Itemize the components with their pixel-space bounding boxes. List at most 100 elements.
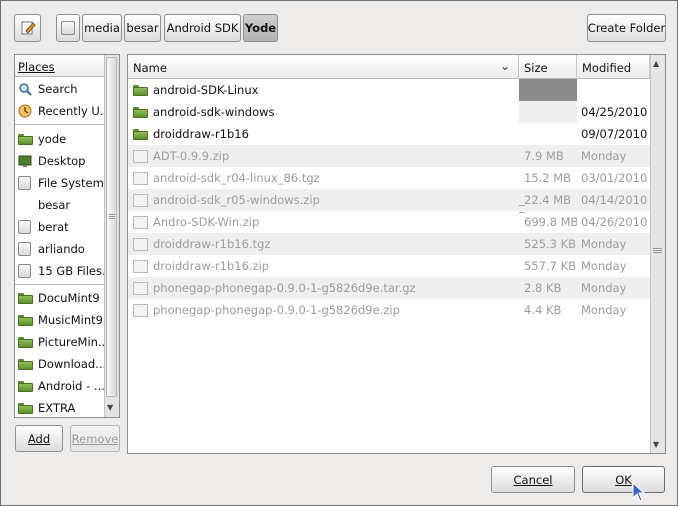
- file-name: phonegap-phonegap-0.9.0-1-g5826d9e.zip: [153, 303, 400, 317]
- crumb-label: Yode: [244, 21, 277, 35]
- file-size: 4.4 KB: [524, 303, 562, 317]
- places-scrollbar[interactable]: ▼: [104, 55, 119, 417]
- place-item-berat[interactable]: berat: [15, 216, 105, 238]
- file-list-scrollbar[interactable]: ▲ ▼: [650, 55, 665, 453]
- file-icon: [133, 149, 148, 163]
- chevron-down-icon[interactable]: ▼: [107, 403, 113, 412]
- ok-label: OK: [615, 472, 632, 487]
- file-size: 525.3 KB: [519, 233, 577, 255]
- column-header-size[interactable]: Size: [519, 55, 577, 79]
- place-label: yode: [38, 132, 67, 146]
- places-header-label: Places: [18, 60, 55, 74]
- file-row[interactable]: Andro-SDK-Win.zip 699.8 MB 04/26/2010: [128, 211, 650, 233]
- places-header[interactable]: Places: [15, 55, 105, 77]
- file-modified: 08/04/2010: [577, 79, 650, 101]
- folder-icon: [133, 128, 148, 142]
- chevron-down-icon: ⌄: [499, 59, 510, 73]
- file-row[interactable]: phonegap-phonegap-0.9.0-1-g5826d9e.tar.g…: [128, 277, 650, 299]
- place-item-documint9[interactable]: DocuMint9: [15, 287, 105, 309]
- file-row[interactable]: android-sdk-windows 04/25/2010: [128, 101, 650, 123]
- file-chooser-dialog: media besar Android SDK Yode Create Fold…: [0, 0, 678, 506]
- crumb-label: Android SDK: [166, 21, 239, 35]
- place-item-musicmint9[interactable]: MusicMint9: [15, 309, 105, 331]
- ok-button[interactable]: OK: [582, 466, 665, 493]
- crumb-label: media: [84, 21, 120, 35]
- file-row[interactable]: droiddraw-r1b16.zip 557.7 KB Monday: [128, 255, 650, 277]
- file-row[interactable]: droiddraw-r1b16.tgz 525.3 KB Monday: [128, 233, 650, 255]
- file-size: 7.9 MB: [519, 145, 577, 167]
- file-name: droiddraw-r1b16: [153, 127, 249, 141]
- place-item-recently-used[interactable]: Recently U...: [15, 100, 105, 122]
- file-name: android-SDK-Linux: [153, 83, 259, 97]
- file-row[interactable]: phonegap-phonegap-0.9.0-1-g5826d9e.zip 4…: [128, 299, 650, 321]
- column-header-name[interactable]: Name ⌄: [128, 55, 519, 79]
- remove-bookmark-button[interactable]: Remove: [70, 425, 120, 452]
- file-icon: [133, 303, 148, 317]
- blank-icon: [18, 198, 32, 212]
- file-name: android-sdk-windows: [153, 105, 275, 119]
- place-item-yode[interactable]: yode: [15, 128, 105, 150]
- place-item-arliando[interactable]: arliando: [15, 238, 105, 260]
- path-crumb-besar[interactable]: besar: [124, 14, 161, 42]
- file-name: android-sdk_r04-linux_86.tgz: [153, 171, 320, 185]
- file-name: droiddraw-r1b16.tgz: [153, 237, 271, 251]
- create-folder-button[interactable]: Create Folder: [587, 14, 666, 42]
- place-label: Android - ...: [38, 379, 105, 393]
- path-crumb-yode[interactable]: Yode: [243, 14, 278, 42]
- places-separator: [15, 124, 105, 125]
- place-label: 15 GB Files...: [38, 264, 105, 278]
- file-row[interactable]: droiddraw-r1b16 09/07/2010: [128, 123, 650, 145]
- path-crumb-media[interactable]: media: [82, 14, 122, 42]
- file-icon: [133, 281, 148, 295]
- edit-location-button[interactable]: [14, 14, 41, 42]
- place-item-android[interactable]: Android - ...: [15, 375, 105, 397]
- cancel-button[interactable]: Cancel: [491, 466, 575, 493]
- place-item-file-system[interactable]: File System: [15, 172, 105, 194]
- folder-icon: [18, 291, 33, 305]
- file-modified: 04/25/2010: [577, 101, 650, 123]
- place-item-extra[interactable]: EXTRA: [15, 397, 105, 417]
- file-size: 557.7 KB: [524, 259, 577, 273]
- place-item-downloads[interactable]: Download...: [15, 353, 105, 375]
- path-drive-button[interactable]: [56, 14, 80, 42]
- folder-icon: [18, 313, 33, 327]
- file-modified: 09/07/2010: [577, 123, 650, 145]
- file-icon: [133, 237, 148, 251]
- places-scrollbar-thumb[interactable]: [106, 57, 117, 397]
- file-size: 15.2 MB: [524, 171, 572, 185]
- add-label: Add: [27, 431, 51, 446]
- file-row[interactable]: ADT-0.9.9.zip 7.9 MB Monday: [128, 145, 650, 167]
- folder-icon: [133, 106, 148, 120]
- file-modified: 04/14/2010: [577, 189, 650, 211]
- column-resize-grip[interactable]: [519, 205, 525, 213]
- folder-icon: [18, 357, 33, 371]
- place-item-besar[interactable]: besar: [15, 194, 105, 216]
- drive-icon: [18, 264, 32, 278]
- path-crumb-android-sdk[interactable]: Android SDK: [164, 14, 241, 42]
- place-label: berat: [38, 220, 69, 234]
- file-name: ADT-0.9.9.zip: [153, 149, 230, 163]
- file-row[interactable]: android-SDK-Linux 08/04/2010: [128, 79, 650, 101]
- file-icon: [133, 215, 148, 229]
- chevron-up-icon[interactable]: ▲: [653, 59, 659, 68]
- drive-icon: [18, 242, 32, 256]
- chevron-down-icon[interactable]: ▼: [653, 440, 659, 449]
- file-icon: [133, 259, 148, 273]
- add-bookmark-button[interactable]: Add: [15, 425, 63, 452]
- place-label: DocuMint9: [38, 291, 100, 305]
- file-list: Name ⌄ Size Modified android-SDK-Linux 0…: [127, 54, 666, 454]
- column-header-modified[interactable]: Modified: [577, 55, 650, 79]
- file-row[interactable]: android-sdk_r05-windows.zip 22.4 MB 04/1…: [128, 189, 650, 211]
- file-name: android-sdk_r05-windows.zip: [153, 193, 320, 207]
- file-row[interactable]: android-sdk_r04-linux_86.tgz 15.2 MB 03/…: [128, 167, 650, 189]
- place-label: MusicMint9: [38, 313, 103, 327]
- place-item-search[interactable]: Search: [15, 78, 105, 100]
- file-modified: 04/26/2010: [581, 215, 648, 229]
- drive-icon: [61, 21, 75, 35]
- place-item-desktop[interactable]: Desktop: [15, 150, 105, 172]
- place-item-15gb-files[interactable]: 15 GB Files...: [15, 260, 105, 282]
- place-label: Desktop: [38, 154, 86, 168]
- place-item-picturemint[interactable]: PictureMin...: [15, 331, 105, 353]
- file-name: phonegap-phonegap-0.9.0-1-g5826d9e.tar.g…: [153, 281, 416, 295]
- place-label: File System: [38, 176, 104, 190]
